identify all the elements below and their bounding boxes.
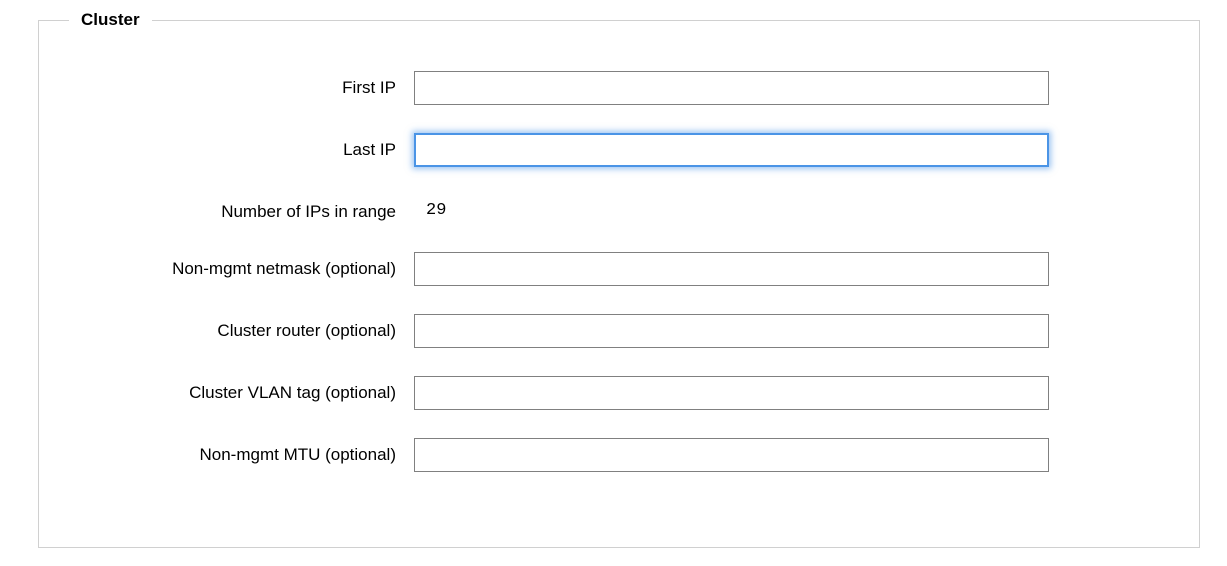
- form-row-non-mgmt-netmask: Non-mgmt netmask (optional): [69, 252, 1169, 286]
- form-row-first-ip: First IP: [69, 71, 1169, 105]
- num-ips-value: 29: [414, 195, 1049, 220]
- first-ip-input[interactable]: [414, 71, 1049, 105]
- cluster-router-input[interactable]: [414, 314, 1049, 348]
- cluster-legend: Cluster: [69, 10, 152, 30]
- non-mgmt-netmask-label: Non-mgmt netmask (optional): [69, 252, 414, 281]
- cluster-vlan-tag-input[interactable]: [414, 376, 1049, 410]
- non-mgmt-mtu-label: Non-mgmt MTU (optional): [69, 438, 414, 467]
- first-ip-label: First IP: [69, 71, 414, 100]
- non-mgmt-mtu-input[interactable]: [414, 438, 1049, 472]
- num-ips-label: Number of IPs in range: [69, 195, 414, 224]
- form-row-cluster-vlan-tag: Cluster VLAN tag (optional): [69, 376, 1169, 410]
- last-ip-label: Last IP: [69, 133, 414, 162]
- cluster-router-label: Cluster router (optional): [69, 314, 414, 343]
- form-row-last-ip: Last IP: [69, 133, 1169, 167]
- last-ip-input[interactable]: [414, 133, 1049, 167]
- cluster-vlan-tag-label: Cluster VLAN tag (optional): [69, 376, 414, 405]
- form-row-num-ips: Number of IPs in range 29: [69, 195, 1169, 224]
- form-row-non-mgmt-mtu: Non-mgmt MTU (optional): [69, 438, 1169, 472]
- form-row-cluster-router: Cluster router (optional): [69, 314, 1169, 348]
- non-mgmt-netmask-input[interactable]: [414, 252, 1049, 286]
- cluster-fieldset: Cluster First IP Last IP Number of IPs i…: [38, 20, 1200, 548]
